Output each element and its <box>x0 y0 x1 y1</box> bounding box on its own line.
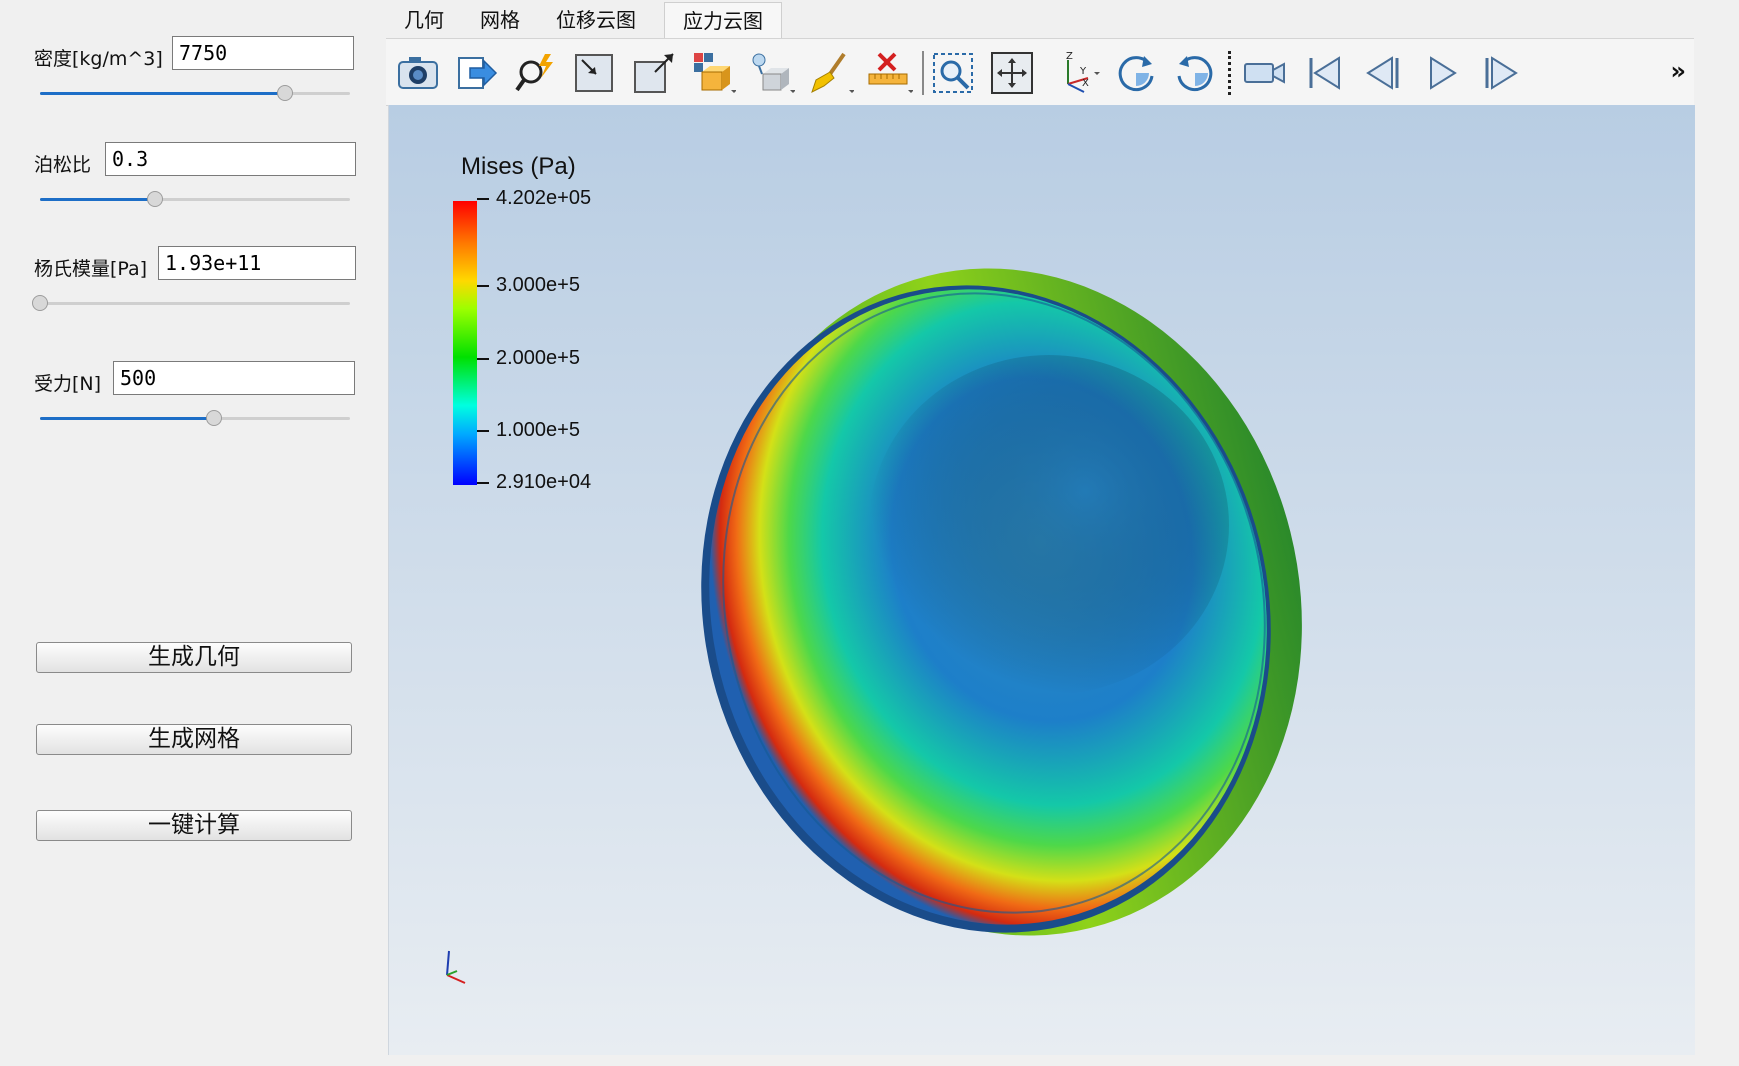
tab-stress[interactable]: 应力云图 <box>664 2 782 38</box>
slider-thumb[interactable] <box>205 410 222 426</box>
rubberband-zoom-icon[interactable] <box>930 50 976 96</box>
add-box-icon[interactable] <box>690 50 736 96</box>
axes-orientation-icon[interactable]: ZYX <box>1054 50 1100 96</box>
slider-thumb[interactable] <box>276 85 293 101</box>
svg-text:X: X <box>1082 78 1089 89</box>
first-frame-icon[interactable] <box>1301 50 1347 96</box>
generate-mesh-button[interactable]: 生成网格 <box>36 724 352 755</box>
poisson-input[interactable] <box>105 142 356 176</box>
render-view[interactable]: Mises (Pa) 4.202e+05 3.000e+5 2.000e+5 1… <box>388 105 1695 1055</box>
slider-fill <box>40 417 214 420</box>
rotate-ccw-icon[interactable] <box>1172 50 1218 96</box>
camera-icon[interactable] <box>395 50 441 96</box>
poisson-slider[interactable] <box>40 190 350 210</box>
play-icon[interactable] <box>1419 50 1465 96</box>
record-icon[interactable] <box>1242 50 1288 96</box>
slider-thumb[interactable] <box>146 191 163 207</box>
svg-text:Z: Z <box>1066 51 1073 62</box>
slider-fill <box>40 198 155 201</box>
parameter-panel: 密度[kg/m^3] 泊松比 杨氏模量[Pa] 受力[N] 生成几何 生成网格 … <box>0 0 386 1066</box>
density-input[interactable] <box>172 36 354 70</box>
zoom-to-box-icon[interactable] <box>631 50 677 96</box>
youngs-label: 杨氏模量[Pa] <box>34 258 148 280</box>
tab-geometry[interactable]: 几何 <box>386 2 462 38</box>
slider-track <box>40 302 350 305</box>
fit-view-icon[interactable] <box>989 50 1035 96</box>
reset-view-icon[interactable] <box>572 50 618 96</box>
toolbar-overflow-button[interactable]: » <box>1670 57 1686 85</box>
stress-contour-model[interactable] <box>389 105 1695 1055</box>
generate-geometry-button[interactable]: 生成几何 <box>36 642 352 673</box>
slider-fill <box>40 92 285 95</box>
poisson-label: 泊松比 <box>34 154 92 176</box>
youngs-input[interactable] <box>158 246 356 280</box>
force-label: 受力[N] <box>34 373 102 395</box>
orientation-axes-widget <box>435 945 475 985</box>
tab-bar: 几何 网格 位移云图 应力云图 <box>386 0 1739 38</box>
compute-button[interactable]: 一键计算 <box>36 810 352 841</box>
density-label: 密度[kg/m^3] <box>34 48 163 70</box>
tab-mesh[interactable]: 网格 <box>462 2 538 38</box>
toolbar: ZYX » <box>386 38 1694 106</box>
export-icon[interactable] <box>454 50 500 96</box>
toolbar-separator <box>1228 51 1231 95</box>
clear-icon[interactable] <box>808 50 854 96</box>
density-slider[interactable] <box>40 84 350 104</box>
tab-displacement[interactable]: 位移云图 <box>538 2 654 38</box>
ruler-icon[interactable] <box>867 50 913 96</box>
youngs-slider[interactable] <box>32 294 350 314</box>
svg-text:Y: Y <box>1079 66 1087 77</box>
add-probe-box-icon[interactable] <box>749 50 795 96</box>
probe-icon[interactable] <box>513 50 559 96</box>
slider-thumb[interactable] <box>32 295 48 311</box>
next-frame-icon[interactable] <box>1478 50 1524 96</box>
force-input[interactable] <box>113 361 355 395</box>
prev-frame-icon[interactable] <box>1360 50 1406 96</box>
toolbar-separator <box>922 51 924 95</box>
rotate-cw-icon[interactable] <box>1113 50 1159 96</box>
force-slider[interactable] <box>40 409 350 429</box>
